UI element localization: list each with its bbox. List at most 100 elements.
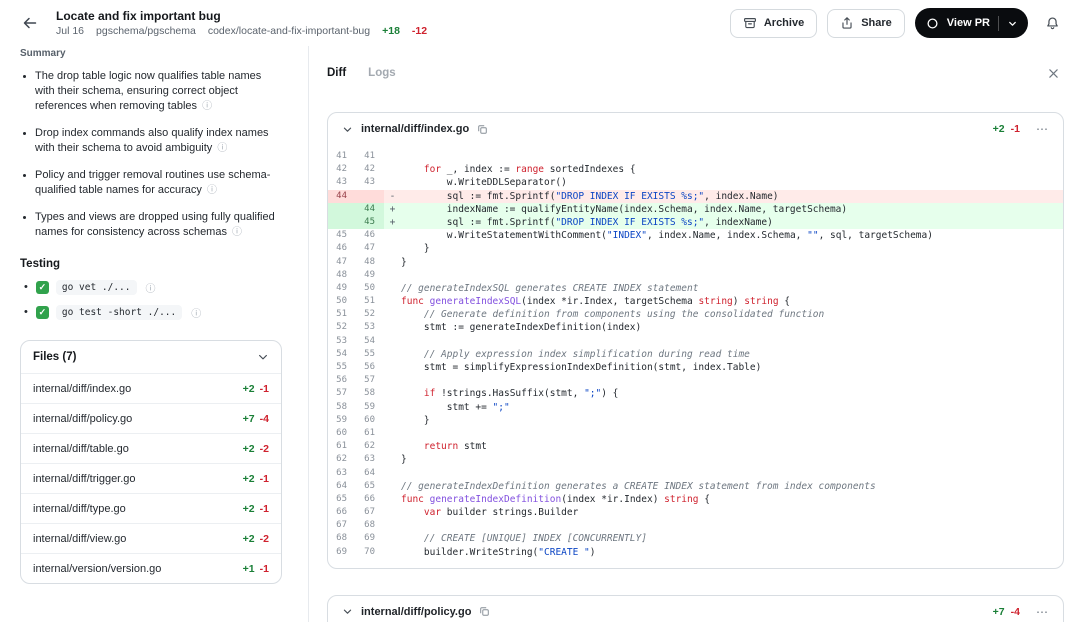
diff-line: 55 56 stmt = simplifyExpressionIndexDefin… xyxy=(328,361,1063,374)
diff-sign xyxy=(384,308,401,321)
code-text: var builder strings.Builder xyxy=(423,507,579,519)
branch-name[interactable]: codex/locate-and-fix-important-bug xyxy=(208,25,370,37)
diff-line: 58 59 stmt += ";" xyxy=(328,401,1063,414)
file-row[interactable]: internal/diff/table.go +2 -2 xyxy=(21,433,281,463)
task-date: Jul 16 xyxy=(56,25,85,37)
bell-icon xyxy=(1046,16,1058,29)
code-text: // CREATE [UNIQUE] INDEX [CONCURRENTLY] xyxy=(401,533,647,545)
file-deletions: -4 xyxy=(1010,605,1020,618)
old-line-number: 43 xyxy=(336,177,347,188)
share-icon xyxy=(842,17,852,29)
old-line-number xyxy=(328,202,356,216)
body-row: Summary The drop table logic now qualifi… xyxy=(0,46,1080,622)
old-line-number: 66 xyxy=(336,507,347,518)
code-text: indexName := qualifyEntityName(index.Sch… xyxy=(401,203,848,215)
diff-line: 43 43 w.WriteDDLSeparator() xyxy=(328,176,1063,189)
code-text: // Generate definition from components u… xyxy=(401,309,825,321)
file-deletions: -1 xyxy=(1010,123,1020,135)
diff-line: 60 61 xyxy=(328,427,1063,440)
copy-icon[interactable] xyxy=(479,606,490,617)
check-icon: ✓ xyxy=(35,306,49,319)
archive-button[interactable]: Archive xyxy=(729,8,818,38)
file-row[interactable]: internal/diff/index.go +2 -1 xyxy=(21,373,281,403)
files-panel-header[interactable]: Files (7) xyxy=(21,341,281,373)
tab-logs[interactable]: Logs xyxy=(368,67,395,79)
old-line-number: 65 xyxy=(336,493,347,504)
diff-sign xyxy=(384,546,401,559)
tab-bar: Diff Logs xyxy=(309,46,1080,90)
file-additions: +2 xyxy=(242,472,255,485)
code-text: w.WriteDDLSeparator() xyxy=(401,177,567,189)
tab-diff[interactable]: Diff xyxy=(327,67,346,79)
new-line-number: 64 xyxy=(364,467,375,478)
new-line-number xyxy=(356,189,384,203)
files-panel-title: Files (7) xyxy=(33,351,77,363)
diff-stats: +2 -1 xyxy=(993,123,1020,135)
copy-icon[interactable] xyxy=(477,124,488,135)
repo-name[interactable]: pgschema/pgschema xyxy=(96,25,196,37)
chevron-down-icon[interactable] xyxy=(1007,18,1018,29)
info-icon[interactable]: ⓘ xyxy=(207,185,217,196)
test-command: go vet ./... xyxy=(55,280,137,295)
info-icon[interactable]: ⓘ xyxy=(217,143,227,154)
collapse-chevron-icon[interactable] xyxy=(342,124,353,135)
collapse-chevron-icon[interactable] xyxy=(342,606,353,617)
old-line-number: 64 xyxy=(336,480,347,491)
files-panel: Files (7) internal/diff/index.go +2 -1 inte… xyxy=(20,340,282,584)
notifications-button[interactable] xyxy=(1038,9,1066,37)
diff-sign xyxy=(384,361,401,374)
diff-filename[interactable]: internal/diff/index.go xyxy=(361,123,469,135)
info-icon[interactable]: ⓘ xyxy=(146,280,156,295)
diff-content[interactable]: internal/diff/index.go +2 -1 ⋯ 41 41 42 42 … xyxy=(309,90,1080,622)
new-line-number: 49 xyxy=(364,269,375,280)
info-icon[interactable]: ⓘ xyxy=(232,227,242,238)
info-icon[interactable]: ⓘ xyxy=(202,101,212,112)
task-title: Locate and fix important bug xyxy=(56,9,221,23)
diff-sign xyxy=(384,256,401,269)
old-line-number: 58 xyxy=(336,401,347,412)
new-line-number: 46 xyxy=(364,230,375,241)
old-line-number: 42 xyxy=(336,164,347,175)
archive-button-label: Archive xyxy=(763,17,805,29)
file-row[interactable]: internal/diff/trigger.go +2 -1 xyxy=(21,463,281,493)
info-icon[interactable]: ⓘ xyxy=(191,305,201,320)
share-button-label: Share xyxy=(861,17,892,29)
file-additions: +2 xyxy=(242,532,255,545)
share-button[interactable]: Share xyxy=(827,8,905,38)
file-stats: +2 -2 xyxy=(243,443,269,455)
code-text: // generateIndexSQL generates CREATE IND… xyxy=(401,282,699,294)
new-line-number: 45 xyxy=(356,215,384,230)
testing-item: • ✓ go test -short ./... ⓘ xyxy=(20,305,282,320)
diff-sign xyxy=(384,150,401,163)
file-row[interactable]: internal/diff/view.go +2 -2 xyxy=(21,523,281,553)
sidebar: Summary The drop table logic now qualifi… xyxy=(0,46,308,622)
view-pr-button[interactable]: View PR xyxy=(914,8,1028,38)
old-line-number: 41 xyxy=(336,151,347,161)
code-text: } xyxy=(401,243,430,255)
new-line-number: 68 xyxy=(364,520,375,531)
panel-menu-button[interactable]: ⋯ xyxy=(1036,123,1049,135)
check-icon: ✓ xyxy=(35,281,49,294)
diff-sign xyxy=(384,335,401,348)
file-row[interactable]: internal/version/version.go +1 -1 xyxy=(21,553,281,583)
diff-filename[interactable]: internal/diff/policy.go xyxy=(361,606,471,618)
file-row[interactable]: internal/diff/policy.go +7 -4 xyxy=(21,403,281,433)
file-deletions: -1 xyxy=(259,472,269,485)
old-line-number: 50 xyxy=(336,296,347,307)
summary-item: The drop table logic now qualifies table… xyxy=(35,69,282,114)
old-line-number: 47 xyxy=(336,256,347,267)
diff-line: 49 50 // generateIndexSQL generates CREATE… xyxy=(328,282,1063,295)
close-button[interactable] xyxy=(1042,62,1064,84)
code-text: func generateIndexSQL(index *ir.Index, t… xyxy=(401,296,791,308)
file-row[interactable]: internal/diff/type.go +2 -1 xyxy=(21,493,281,523)
file-additions: +2 xyxy=(242,442,255,455)
back-button[interactable] xyxy=(16,9,44,37)
code-text: // generateIndexDefinition generates a C… xyxy=(401,480,876,492)
old-line-number: 67 xyxy=(336,520,347,531)
test-command: go test -short ./... xyxy=(55,305,183,320)
testing-list: • ✓ go vet ./... ⓘ • ✓ go test -short ./... ⓘ xyxy=(20,280,282,320)
panel-menu-button[interactable]: ⋯ xyxy=(1036,606,1049,618)
diff-sign xyxy=(384,532,401,545)
new-line-number: 58 xyxy=(364,388,375,399)
